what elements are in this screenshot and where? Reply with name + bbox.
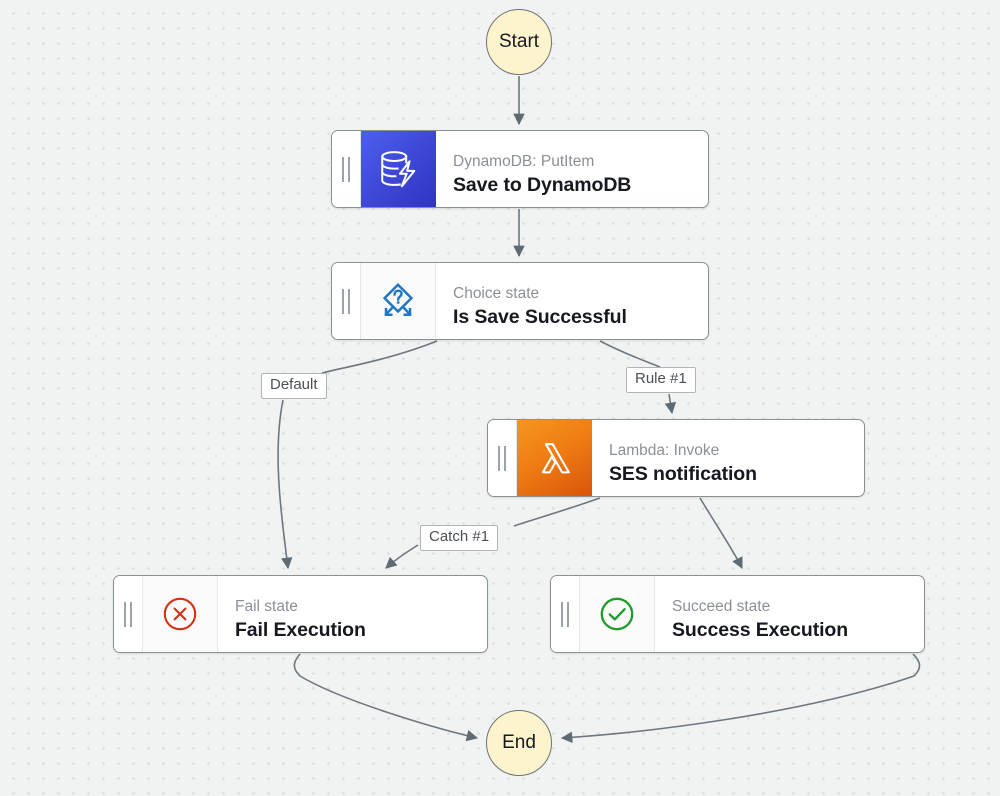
drag-handle-icon[interactable]	[488, 420, 517, 496]
edge-lambda-to-succeed	[699, 497, 743, 570]
edge-choice-to-default-label	[321, 340, 438, 374]
workflow-canvas[interactable]: Start DynamoDB: PutItem Save to DynamoDB	[0, 0, 1000, 796]
state-subtitle: Succeed state	[672, 597, 771, 615]
start-node[interactable]: Start	[486, 9, 552, 75]
state-title: Success Execution	[672, 618, 849, 641]
edge-label-rule1[interactable]: Rule #1	[626, 367, 696, 393]
state-title: Is Save Successful	[453, 305, 627, 328]
edge-choice-to-rule1-label	[599, 340, 661, 368]
edge-default-to-fail	[277, 399, 293, 570]
lambda-icon	[517, 420, 592, 496]
drag-handle-icon[interactable]	[114, 576, 143, 652]
drag-handle-icon[interactable]	[551, 576, 580, 652]
state-card-labels: Fail state Fail Execution	[218, 576, 487, 652]
edge-succeed-to-end	[560, 653, 921, 744]
succeed-state-icon	[580, 576, 655, 652]
state-card-fail-execution[interactable]: Fail state Fail Execution	[113, 575, 488, 653]
state-card-labels: DynamoDB: PutItem Save to DynamoDB	[436, 131, 708, 207]
state-card-save-to-dynamodb[interactable]: DynamoDB: PutItem Save to DynamoDB	[331, 130, 709, 208]
edge-label-catch1[interactable]: Catch #1	[420, 525, 499, 551]
end-node[interactable]: End	[486, 710, 552, 776]
state-card-labels: Succeed state Success Execution	[655, 576, 924, 652]
state-subtitle: DynamoDB: PutItem	[453, 152, 595, 170]
state-card-success-execution[interactable]: Succeed state Success Execution	[550, 575, 925, 653]
state-card-is-save-successful[interactable]: Choice state Is Save Successful	[331, 262, 709, 340]
state-card-labels: Choice state Is Save Successful	[436, 263, 708, 339]
state-subtitle: Fail state	[235, 597, 298, 615]
state-title: SES notification	[609, 462, 757, 485]
state-subtitle: Choice state	[453, 284, 540, 302]
state-title: Save to DynamoDB	[453, 173, 632, 196]
edge-fail-to-end	[293, 653, 479, 742]
edge-catch1-to-fail	[385, 544, 419, 569]
edge-rule1-to-lambda	[664, 393, 677, 415]
edge-lambda-to-catch1-label	[513, 497, 601, 527]
edge-label-default[interactable]: Default	[261, 373, 327, 399]
start-label: Start	[498, 31, 540, 52]
drag-handle-icon[interactable]	[332, 131, 361, 207]
choice-state-icon	[361, 263, 436, 339]
state-card-ses-notification[interactable]: Lambda: Invoke SES notification	[487, 419, 865, 497]
fail-state-icon	[143, 576, 218, 652]
drag-handle-icon[interactable]	[332, 263, 361, 339]
state-title: Fail Execution	[235, 618, 366, 641]
state-card-labels: Lambda: Invoke SES notification	[592, 420, 864, 496]
dynamodb-icon	[361, 131, 436, 207]
edge-layer	[277, 76, 921, 744]
state-subtitle: Lambda: Invoke	[609, 441, 720, 459]
end-label: End	[502, 732, 536, 753]
